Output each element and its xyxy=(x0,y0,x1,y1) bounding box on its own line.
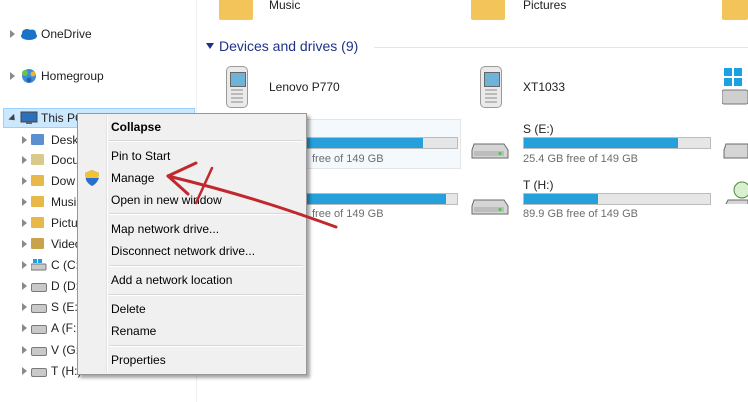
menu-separator xyxy=(109,345,303,347)
drive-icon xyxy=(31,325,47,334)
menu-item-open-new-window[interactable]: Open in new window xyxy=(111,190,222,210)
drive-usage-fill xyxy=(524,138,679,148)
drive-icon xyxy=(31,347,47,356)
drive-free-space: free of 149 GB xyxy=(312,208,384,220)
phone-icon xyxy=(480,66,502,108)
expand-arrow-icon[interactable] xyxy=(22,324,27,332)
nav-label: Desk xyxy=(51,133,79,147)
dvd-drive-icon xyxy=(725,181,748,204)
folder-icon xyxy=(722,0,748,20)
folder-label: Pictures xyxy=(523,0,567,12)
expand-arrow-icon[interactable] xyxy=(22,346,27,354)
uac-shield-icon xyxy=(85,170,99,186)
menu-item-collapse[interactable]: Collapse xyxy=(111,117,161,137)
drive-usage-bar xyxy=(523,137,711,149)
nav-label: Docu xyxy=(51,153,80,167)
nav-label: A (F: xyxy=(51,321,77,335)
nav-item-homegroup[interactable]: Homegroup xyxy=(0,66,196,86)
collapse-arrow-icon[interactable] xyxy=(8,113,18,124)
drive-usage-bar xyxy=(300,193,458,205)
expand-arrow-icon[interactable] xyxy=(22,136,27,144)
expand-arrow-icon[interactable] xyxy=(22,198,27,206)
hard-drive-icon xyxy=(723,143,748,159)
nav-label: C (C: xyxy=(51,258,79,272)
menu-item-add-network-location[interactable]: Add a network location xyxy=(111,270,232,290)
group-header-devices-drives[interactable]: Devices and drives (9) xyxy=(219,38,358,54)
collapse-group-icon[interactable] xyxy=(206,43,214,49)
menu-item-pin-to-start[interactable]: Pin to Start xyxy=(111,146,170,166)
expand-arrow-icon[interactable] xyxy=(22,240,27,248)
nav-label: OneDrive xyxy=(41,27,92,41)
expand-arrow-icon[interactable] xyxy=(22,367,27,375)
phone-icon xyxy=(226,66,248,108)
nav-label: Dow xyxy=(51,174,76,188)
nav-label: Musi xyxy=(51,195,77,209)
drive-usage-fill xyxy=(524,194,599,204)
documents-folder-icon xyxy=(31,154,44,165)
drive-usage-fill xyxy=(301,138,423,148)
menu-item-properties[interactable]: Properties xyxy=(111,350,166,370)
drive-free-space: 25.4 GB free of 149 GB xyxy=(523,153,638,165)
menu-item-delete[interactable]: Delete xyxy=(111,299,146,319)
nav-item-onedrive[interactable]: OneDrive xyxy=(0,24,196,44)
expand-arrow-icon[interactable] xyxy=(22,282,27,290)
drive-free-space: free of 149 GB xyxy=(312,153,384,165)
menu-separator xyxy=(109,294,303,296)
music-folder-icon xyxy=(31,196,44,207)
computer-icon xyxy=(20,111,38,124)
nav-label: Pictu xyxy=(51,216,78,230)
nav-label: Homegroup xyxy=(41,69,104,83)
drive-label: T (H:) xyxy=(523,178,554,192)
device-label: Lenovo P770 xyxy=(269,80,340,94)
drive-icon xyxy=(31,304,47,313)
folder-label: Music xyxy=(269,0,301,12)
drive-usage-fill xyxy=(301,194,447,204)
downloads-folder-icon xyxy=(31,175,44,186)
menu-separator xyxy=(109,213,303,215)
videos-folder-icon xyxy=(31,238,44,249)
expand-arrow-icon[interactable] xyxy=(22,177,27,185)
drive-free-space: 89.9 GB free of 149 GB xyxy=(523,208,638,220)
menu-separator xyxy=(109,140,303,142)
hard-drive-icon xyxy=(471,199,509,215)
context-menu: Collapse Pin to Start Manage Open in new… xyxy=(77,113,307,375)
expand-arrow-icon[interactable] xyxy=(22,261,27,269)
windows-drive-icon xyxy=(722,68,748,105)
drive-usage-bar xyxy=(523,193,711,205)
expand-arrow-icon[interactable] xyxy=(22,156,27,164)
drive-label: S (E:) xyxy=(523,122,554,136)
menu-item-disconnect-network-drive[interactable]: Disconnect network drive... xyxy=(111,241,255,261)
device-label: XT1033 xyxy=(523,80,566,94)
drive-usage-bar xyxy=(300,137,458,149)
pictures-folder-icon xyxy=(471,0,505,20)
music-folder-icon xyxy=(219,0,253,20)
group-divider xyxy=(374,47,748,48)
nav-label: V (G: xyxy=(51,343,80,357)
expand-arrow-icon[interactable] xyxy=(22,303,27,311)
drive-icon xyxy=(31,368,47,377)
menu-item-rename[interactable]: Rename xyxy=(111,321,156,341)
drive-icon xyxy=(31,283,47,292)
hard-drive-icon xyxy=(471,143,509,159)
windows-drive-icon xyxy=(31,259,47,271)
desktop-folder-icon xyxy=(31,134,44,145)
menu-item-manage[interactable]: Manage xyxy=(111,168,154,188)
homegroup-icon xyxy=(22,69,36,83)
nav-label: D (D: xyxy=(51,279,79,293)
menu-gutter xyxy=(106,116,108,372)
expand-arrow-icon[interactable] xyxy=(10,72,15,80)
menu-separator xyxy=(109,265,303,267)
pictures-folder-icon xyxy=(31,217,44,228)
menu-item-map-network-drive[interactable]: Map network drive... xyxy=(111,219,219,239)
expand-arrow-icon[interactable] xyxy=(10,30,15,38)
onedrive-cloud-icon xyxy=(21,29,37,40)
expand-arrow-icon[interactable] xyxy=(22,219,27,227)
